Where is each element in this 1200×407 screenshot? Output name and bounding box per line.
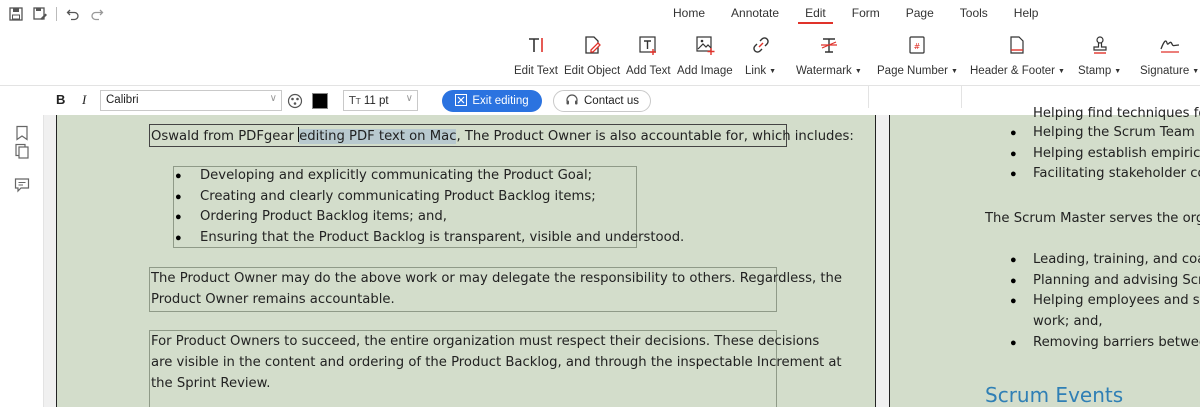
signature-dropdown-icon: ▼ xyxy=(1192,68,1200,75)
page-number-icon: # xyxy=(906,34,928,56)
signature-icon xyxy=(1159,34,1181,56)
left-sidebar xyxy=(0,115,44,407)
font-family-select[interactable]: Calibri ∨ xyxy=(100,90,282,111)
edit-object-button[interactable]: Edit Object xyxy=(564,34,620,77)
paragraph-line: The Scrum Master serves the organi xyxy=(985,211,1200,226)
list-bullet: ● xyxy=(1010,337,1017,349)
list-item: Helping the Scrum Team und xyxy=(1033,125,1200,140)
add-image-button[interactable]: Add Image xyxy=(677,34,733,77)
text-line-owner-intro[interactable]: Oswald from PDFgear editing PDF text on … xyxy=(151,127,854,144)
header-footer-icon xyxy=(1006,34,1028,56)
text-color-swatch[interactable] xyxy=(312,93,328,109)
pdfgear-window: Home Annotate Edit Form Page Tools Help … xyxy=(0,0,1200,407)
font-size-icon: TT xyxy=(349,94,361,107)
list-bullet: ● xyxy=(175,211,182,223)
close-box-icon xyxy=(455,93,468,109)
svg-text:#: # xyxy=(914,42,921,51)
edit-ribbon: Edit Text Edit Object Add Text Add Image… xyxy=(0,26,1200,108)
list-bullet: ● xyxy=(1010,148,1017,160)
contact-us-button[interactable]: Contact us xyxy=(553,90,651,112)
page-number-dropdown-icon: ▼ xyxy=(950,68,958,75)
list-item: Removing barriers between xyxy=(1033,335,1200,350)
font-size-select[interactable]: TT 11 pt ∨ xyxy=(343,90,418,111)
toolbar-divider xyxy=(56,7,57,21)
link-dropdown-icon: ▼ xyxy=(769,68,777,75)
comment-icon[interactable] xyxy=(14,177,30,193)
color-palette-icon[interactable] xyxy=(287,93,303,109)
list-item: Leading, training, and coach xyxy=(1033,252,1200,267)
paragraph-line: are visible in the content and ordering … xyxy=(151,355,842,370)
chevron-down-icon: ∨ xyxy=(269,93,277,104)
list-bullet: ● xyxy=(1010,127,1017,139)
tab-annotate[interactable]: Annotate xyxy=(718,0,792,26)
quick-access-toolbar xyxy=(8,4,105,24)
list-item: Planning and advising Scrum xyxy=(1033,273,1200,288)
add-text-button[interactable]: Add Text xyxy=(626,34,671,77)
edit-object-icon xyxy=(581,34,603,56)
save-icon[interactable] xyxy=(8,6,24,22)
stamp-button[interactable]: Stamp ▼ xyxy=(1078,34,1121,77)
paragraph-line: The Product Owner may do the above work … xyxy=(151,271,843,286)
list-bullet: ● xyxy=(1010,168,1017,180)
headset-icon xyxy=(565,93,579,110)
list-item: Developing and explicitly communicating … xyxy=(200,168,593,183)
tab-edit[interactable]: Edit xyxy=(792,0,839,26)
redo-icon[interactable] xyxy=(89,6,105,22)
page-number-button[interactable]: # Page Number ▼ xyxy=(877,34,958,77)
bold-button[interactable]: B xyxy=(56,92,65,107)
paragraph-line: the Sprint Review. xyxy=(151,376,271,391)
tab-tools[interactable]: Tools xyxy=(947,0,1001,26)
add-image-icon xyxy=(694,34,716,56)
tab-page[interactable]: Page xyxy=(893,0,947,26)
clipped-line: Helping find techniques for xyxy=(1033,106,1200,121)
signature-button[interactable]: Signature ▼ xyxy=(1140,34,1199,77)
list-item: Creating and clearly communicating Produ… xyxy=(200,189,596,204)
list-item: Helping establish empirical p xyxy=(1033,146,1200,161)
thumbnails-icon[interactable] xyxy=(14,143,30,159)
list-item: Helping employees and stak xyxy=(1033,293,1200,308)
list-item: Facilitating stakeholder colla xyxy=(1033,166,1200,181)
watermark-button[interactable]: Watermark ▼ xyxy=(796,34,862,77)
undo-icon[interactable] xyxy=(65,6,81,22)
header-footer-dropdown-icon: ▼ xyxy=(1058,68,1065,75)
list-item-continuation: work; and, xyxy=(1033,314,1103,329)
paragraph-line: For Product Owners to succeed, the entir… xyxy=(151,334,820,349)
list-bullet: ● xyxy=(1010,254,1017,266)
section-heading: Scrum Events xyxy=(985,383,1124,407)
edit-text-button[interactable]: Edit Text xyxy=(514,34,558,77)
tab-form[interactable]: Form xyxy=(839,0,893,26)
header-footer-button[interactable]: Header & Footer ▼ xyxy=(970,34,1065,77)
save-as-icon[interactable] xyxy=(32,6,48,22)
stamp-dropdown-icon: ▼ xyxy=(1114,68,1122,75)
bookmark-icon[interactable] xyxy=(14,125,30,141)
italic-button[interactable]: I xyxy=(82,92,86,108)
add-text-icon xyxy=(637,34,659,56)
stamp-icon xyxy=(1089,34,1111,56)
list-bullet: ● xyxy=(175,191,182,203)
watermark-dropdown-icon: ▼ xyxy=(854,68,862,75)
list-bullet: ● xyxy=(175,170,182,182)
chevron-down-icon: ∨ xyxy=(405,93,413,104)
tab-home[interactable]: Home xyxy=(660,0,718,26)
tab-help[interactable]: Help xyxy=(1001,0,1052,26)
text-format-bar: B I Calibri ∨ TT 11 pt ∨ Exit editing Co… xyxy=(0,87,1200,115)
link-button[interactable]: Link ▼ xyxy=(745,34,776,77)
list-item: Ensuring that the Product Backlog is tra… xyxy=(200,230,685,245)
exit-editing-button[interactable]: Exit editing xyxy=(442,90,542,112)
document-viewer[interactable]: Oswald from PDFgear editing PDF text on … xyxy=(44,106,1200,407)
list-item: Ordering Product Backlog items; and, xyxy=(200,209,447,224)
menu-tabs: Home Annotate Edit Form Page Tools Help xyxy=(660,0,1051,26)
edit-text-icon xyxy=(525,34,547,56)
link-icon xyxy=(750,34,772,56)
list-bullet: ● xyxy=(1010,295,1017,307)
highlighted-text: editing PDF text on Mac xyxy=(299,129,457,144)
paragraph-line: Product Owner remains accountable. xyxy=(151,292,395,307)
list-bullet: ● xyxy=(175,232,182,244)
watermark-icon xyxy=(818,34,840,56)
list-bullet: ● xyxy=(1010,275,1017,287)
